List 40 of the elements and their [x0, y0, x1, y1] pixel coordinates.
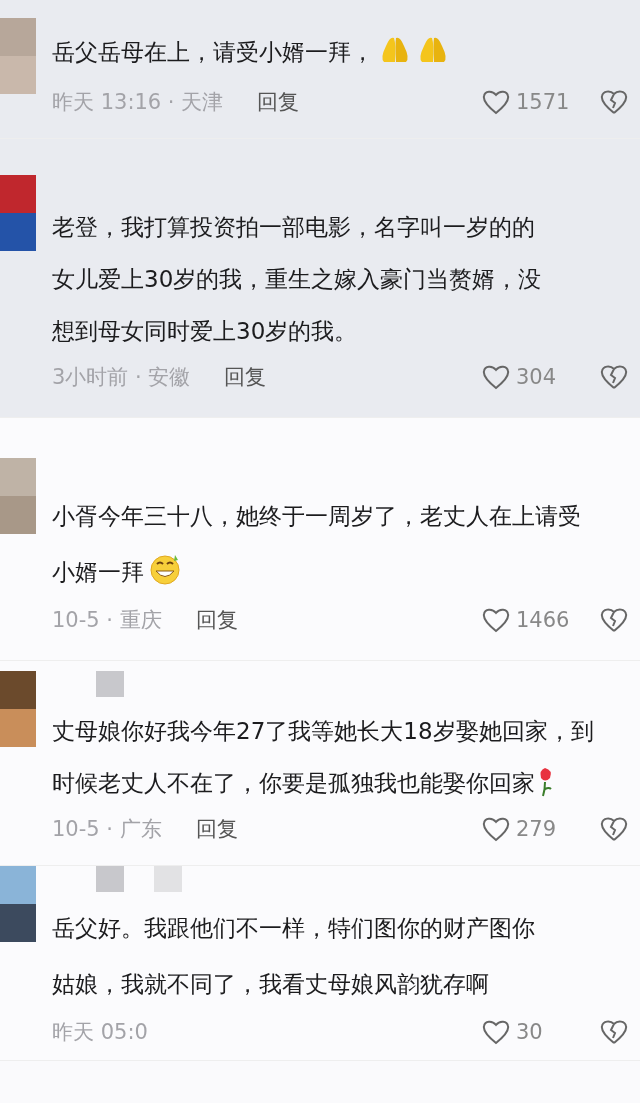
heart-icon[interactable]	[482, 1019, 510, 1045]
broken-heart-icon[interactable]	[600, 88, 628, 116]
like-count: 304	[516, 365, 558, 389]
reply-link[interactable]: 回复	[195, 815, 238, 843]
like-count: 279	[516, 817, 558, 841]
comment-text-line: 丈母娘你好我今年27了我等她长大18岁娶她回家，到	[52, 717, 594, 746]
comment-text-line: 姑娘，我就不同了，我看丈母娘风韵犹存啊	[52, 970, 489, 999]
comment-text-line: 小胥今年三十八，她终于一周岁了，老丈人在上请受	[52, 502, 581, 531]
heart-icon[interactable]	[482, 816, 510, 842]
comment-text-line: 岳父好。我跟他们不一样，特们图你的财产图你	[52, 914, 535, 943]
reply-link[interactable]: 回复	[224, 363, 267, 391]
like-count: 1466	[516, 608, 571, 632]
like-count: 30	[516, 1020, 544, 1044]
comment-time-location: 10-5 · 重庆	[52, 607, 162, 634]
broken-heart-icon[interactable]	[600, 1018, 628, 1046]
broken-heart-icon[interactable]	[600, 815, 628, 843]
broken-heart-icon[interactable]	[600, 363, 628, 391]
grinning-face-icon	[148, 552, 182, 586]
comment-text-line: 时候老丈人不在了，你要是孤独我也能娶你回家	[52, 757, 553, 809]
reply-link[interactable]: 回复	[195, 606, 238, 634]
avatar-placeholder[interactable]	[0, 671, 36, 747]
comment-time-location: 昨天 13:16 · 天津	[52, 89, 224, 116]
heart-icon[interactable]	[482, 607, 510, 633]
username-placeholder	[96, 866, 124, 892]
comment-text-line: 小婿一拜	[52, 544, 182, 600]
rose-icon	[539, 767, 553, 797]
comment-time-location: 10-5 · 广东	[52, 816, 162, 843]
comment-time-location: 3小时前 · 安徽	[52, 364, 191, 391]
broken-heart-icon[interactable]	[600, 606, 628, 634]
reply-link[interactable]: 回复	[257, 88, 300, 116]
avatar-placeholder[interactable]	[0, 866, 36, 942]
username-placeholder	[96, 671, 124, 697]
comment-text-line: 岳父岳母在上，请受小婿一拜，	[52, 22, 450, 82]
comment-text-line: 想到母女同时爱上30岁的我。	[52, 317, 358, 346]
comment-text-line: 老登，我打算投资拍一部电影，名字叫一岁的的	[52, 213, 535, 242]
comment-time-location: 昨天 05:0	[52, 1019, 148, 1046]
comment-text-line: 女儿爱上30岁的我，重生之嫁入豪门当赘婿，没	[52, 265, 542, 294]
like-count: 1571	[516, 90, 571, 114]
heart-icon[interactable]	[482, 364, 510, 390]
heart-icon[interactable]	[482, 89, 510, 115]
